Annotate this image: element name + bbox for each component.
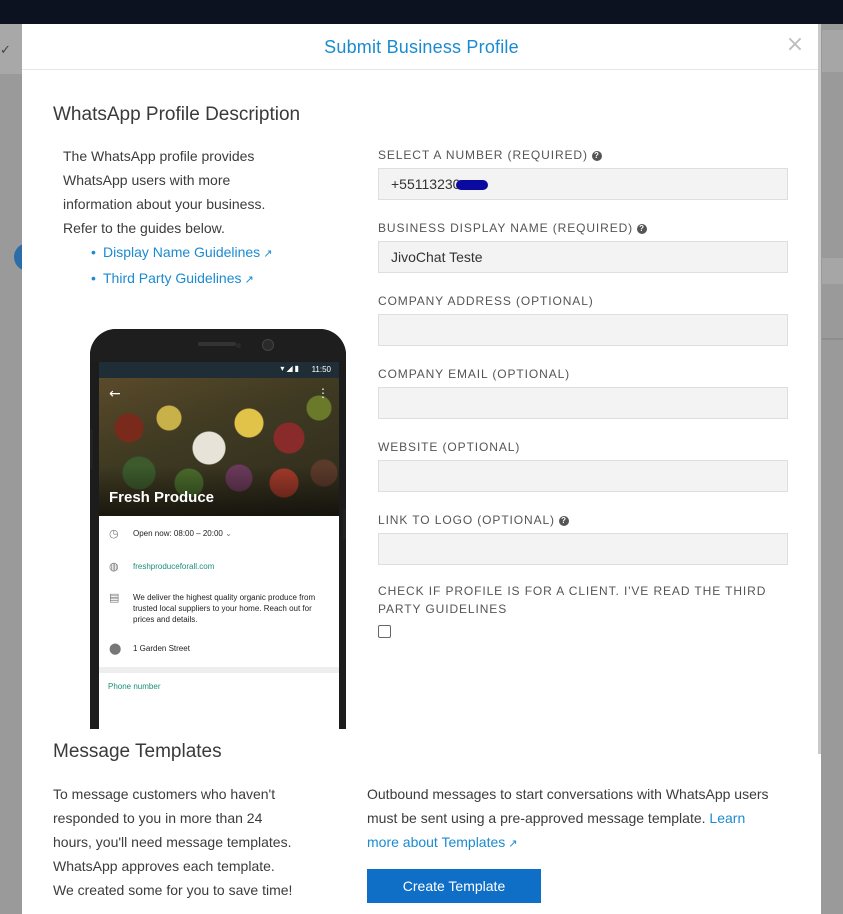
produce-hero-image: ← ⋮ Fresh Produce (99, 378, 339, 516)
location-pin-icon: ⬤ (109, 642, 122, 655)
address-input[interactable] (378, 314, 788, 346)
email-label: COMPANY EMAIL (OPTIONAL) (378, 367, 571, 381)
profile-section-title: WhatsApp Profile Description (53, 104, 301, 125)
number-label-text: SELECT A NUMBER (REQUIRED) (378, 148, 588, 162)
close-icon[interactable]: × (785, 34, 805, 56)
phone-side-button (90, 429, 93, 469)
website-label: WEBSITE (OPTIONAL) (378, 440, 521, 454)
globe-icon: ◍ (109, 560, 119, 573)
website-input[interactable] (378, 460, 788, 492)
background-divider (822, 338, 843, 340)
guide-item[interactable]: Third Party Guidelines↗ (91, 266, 272, 292)
templates-section-title: Message Templates (53, 741, 222, 762)
templates-left-text: To message customers who haven't respond… (53, 786, 293, 898)
phone-divider (99, 667, 339, 673)
website-text: freshproduceforall.com (133, 562, 215, 571)
logo-label: LINK TO LOGO (OPTIONAL)? (378, 513, 569, 527)
store-icon: ▤ (109, 591, 120, 604)
external-link-icon: ↗ (244, 273, 254, 286)
help-icon[interactable]: ? (591, 151, 602, 161)
display-name-guidelines-link[interactable]: Display Name Guidelines (103, 244, 260, 260)
more-vert-icon: ⋮ (317, 386, 329, 400)
background-chevron-icon: ✓ (0, 42, 11, 57)
business-name: Fresh Produce (109, 489, 215, 506)
modal-title: Submit Business Profile (324, 37, 519, 57)
phone-status-bar: ▾◢▮ 11:50 (99, 362, 339, 378)
client-checkbox[interactable] (378, 625, 391, 638)
address-row: ⬤ 1 Garden Street (109, 643, 329, 657)
third-party-guidelines-link[interactable]: Third Party Guidelines (103, 270, 242, 286)
guide-item[interactable]: Display Name Guidelines↗ (91, 240, 273, 266)
phone-screen: ▾◢▮ 11:50 ← ⋮ Fresh Produce ◷ Open now: … (99, 362, 339, 729)
background-panel (822, 258, 843, 284)
clock-icon: ◷ (109, 527, 119, 540)
background-panel (822, 30, 843, 72)
website-row: ◍ freshproduceforall.com (109, 561, 329, 575)
profile-description: The WhatsApp profile provides WhatsApp u… (63, 148, 266, 236)
external-link-icon: ↗ (263, 247, 273, 260)
logo-label-text: LINK TO LOGO (OPTIONAL) (378, 513, 555, 527)
number-select[interactable]: +55113230 (378, 168, 788, 200)
external-link-icon: ↗ (508, 837, 518, 850)
logo-input[interactable] (378, 533, 788, 565)
create-template-button[interactable]: Create Template (367, 869, 541, 903)
modal-scrollbar[interactable] (818, 24, 821, 754)
phone-sensor (236, 343, 241, 348)
address-label: COMPANY ADDRESS (OPTIONAL) (378, 294, 594, 308)
phone-camera (262, 339, 274, 351)
help-icon[interactable]: ? (558, 516, 569, 526)
display-name-label: BUSINESS DISPLAY NAME (REQUIRED)? (378, 221, 648, 235)
phone-speaker (198, 342, 236, 346)
description-row: ▤ We deliver the highest quality organic… (109, 592, 329, 632)
email-input[interactable] (378, 387, 788, 419)
help-icon[interactable]: ? (637, 224, 648, 234)
status-time: 11:50 (311, 365, 331, 374)
display-name-input[interactable] (378, 241, 788, 273)
business-description: We deliver the highest quality organic p… (133, 593, 316, 624)
modal-header: Submit Business Profile × (22, 24, 821, 70)
app-top-bar (0, 0, 843, 24)
display-name-label-text: BUSINESS DISPLAY NAME (REQUIRED) (378, 221, 634, 235)
hours-row: ◷ Open now: 08:00 – 20:00 ⌄ (109, 528, 329, 542)
client-check-label: CHECK IF PROFILE IS FOR A CLIENT. I'VE R… (378, 584, 767, 616)
chevron-down-icon: ⌄ (225, 529, 232, 538)
back-arrow-icon: ← (109, 386, 121, 402)
redaction-mark (456, 180, 489, 190)
address-text: 1 Garden Street (133, 644, 190, 653)
signal-icon: ▾◢▮ (280, 364, 301, 373)
phone-side-button (343, 509, 346, 539)
phone-bezel (90, 329, 346, 361)
guide-list: Display Name Guidelines↗ Third Party Gui… (91, 240, 273, 292)
templates-right-text: Outbound messages to start conversations… (367, 782, 777, 856)
submit-business-profile-modal: Submit Business Profile × WhatsApp Profi… (22, 24, 821, 914)
hours-value: Open now: 08:00 – 20:00 (133, 529, 223, 538)
number-value: +55113230 (391, 176, 461, 192)
number-label: SELECT A NUMBER (REQUIRED)? (378, 148, 602, 162)
phone-preview: ▾◢▮ 11:50 ← ⋮ Fresh Produce ◷ Open now: … (90, 329, 346, 729)
hours-text: Open now: 08:00 – 20:00 ⌄ (133, 528, 333, 539)
phone-number-label: Phone number (108, 682, 161, 691)
